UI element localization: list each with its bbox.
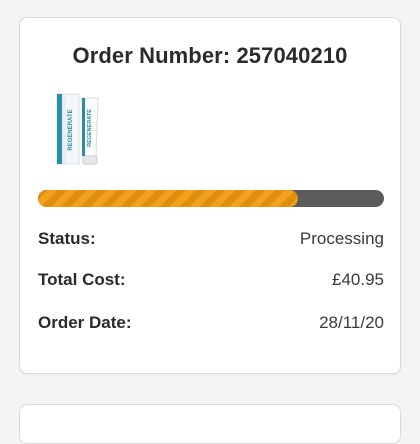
- svg-text:REGENERATE: REGENERATE: [68, 109, 74, 150]
- svg-text:REGENERATE: REGENERATE: [87, 109, 93, 147]
- total-cost-label: Total Cost:: [38, 270, 126, 289]
- order-date-label: Order Date:: [38, 313, 132, 332]
- toothpaste-product-icon: REGENERATE REGENERATE: [56, 93, 99, 165]
- product-thumbnail[interactable]: REGENERATE REGENERATE: [54, 90, 114, 170]
- order-progress-fill: [38, 190, 298, 207]
- order-date-row: Order Date: 28/11/20: [38, 313, 384, 333]
- total-cost-value: £40.95: [332, 270, 384, 289]
- next-order-card[interactable]: [19, 404, 401, 444]
- status-row: Status: Processing: [38, 229, 384, 249]
- status-label: Status:: [38, 229, 96, 248]
- order-date-value: 28/11/20: [319, 313, 384, 332]
- order-progress-bar: [38, 190, 384, 207]
- total-cost-row: Total Cost: £40.95: [38, 270, 384, 290]
- order-number-title: Order Number: 257040210: [72, 43, 348, 68]
- status-value: Processing: [299, 229, 384, 248]
- order-card[interactable]: Order Number: 257040210 REGENERATE REGEN…: [19, 17, 401, 374]
